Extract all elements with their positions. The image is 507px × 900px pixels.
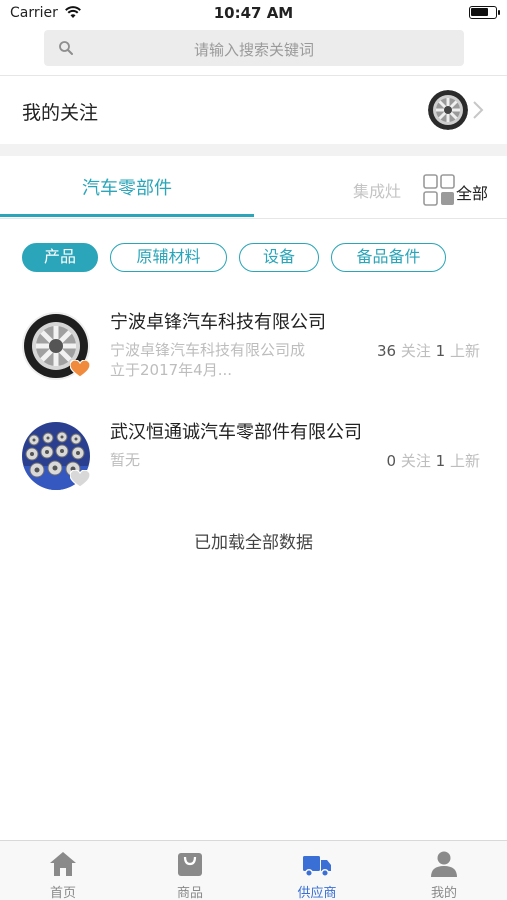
description-line: 暂无 xyxy=(110,451,141,469)
company-name: 武汉恒通诚汽车零部件有限公司 xyxy=(110,422,362,443)
person-icon xyxy=(431,851,457,877)
follower-label: 关注 xyxy=(400,452,431,470)
follower-label: 关注 xyxy=(400,342,431,360)
tab-label: 我的 xyxy=(430,886,457,900)
all-loaded-message: 已加载全部数据 xyxy=(194,533,313,553)
heart-icon[interactable] xyxy=(70,470,90,488)
all-categories-button[interactable]: 全部 xyxy=(456,180,488,204)
search-placeholder: 请输入搜索关键词 xyxy=(193,41,314,59)
filter-chips: 产品 原辅材料 设备 备品备件 xyxy=(0,243,507,273)
list-item[interactable]: 武汉恒通诚汽车零部件有限公司 暂无 0 关注 1 上新 xyxy=(0,422,507,522)
tab-home[interactable]: 首页 xyxy=(0,841,126,900)
tab-suppliers[interactable]: 供应商 xyxy=(254,841,380,900)
company-stats: 0 关注 1 上新 xyxy=(387,450,480,471)
chevron-right-icon xyxy=(473,101,484,119)
clock: 10:47 AM xyxy=(213,4,294,22)
list-item[interactable]: 宁波卓锋汽车科技有限公司 宁波卓锋汽车科技有限公司成 立于2017年4月... … xyxy=(0,312,507,412)
truck-icon xyxy=(303,856,331,878)
battery-level xyxy=(471,8,488,16)
company-stats: 36 关注 1 上新 xyxy=(377,340,480,361)
heart-icon[interactable] xyxy=(70,360,90,378)
tab-label: 供应商 xyxy=(297,886,337,900)
battery-icon xyxy=(469,6,500,19)
tab-auto-parts[interactable]: 汽车零部件 xyxy=(0,174,254,200)
tab-mine[interactable]: 我的 xyxy=(381,841,507,900)
category-tabs: 汽车零部件 集成灶 全部 xyxy=(0,156,507,218)
company-name: 宁波卓锋汽车科技有限公司 xyxy=(110,312,326,333)
follower-count: 36 xyxy=(376,342,397,360)
tab-products[interactable]: 商品 xyxy=(127,841,253,900)
shopping-bag-icon xyxy=(178,853,202,876)
grid-icon[interactable] xyxy=(423,174,455,206)
new-count: 1 xyxy=(435,342,446,360)
chip-raw-materials[interactable]: 原辅材料 xyxy=(110,243,227,272)
company-description: 宁波卓锋汽车科技有限公司成 立于2017年4月... xyxy=(110,340,350,380)
my-follow-title: 我的关注 xyxy=(22,102,99,124)
bottom-tab-bar: 首页 商品 供应商 我的 xyxy=(0,840,507,900)
divider xyxy=(0,218,507,219)
search-bar: 请输入搜索关键词 xyxy=(0,26,507,74)
tab-integrated-stove[interactable]: 集成灶 xyxy=(353,178,401,202)
new-label: 上新 xyxy=(449,342,480,360)
tab-label: 首页 xyxy=(49,886,76,900)
chip-spare-parts[interactable]: 备品备件 xyxy=(331,243,446,272)
home-icon xyxy=(50,852,76,876)
new-count: 1 xyxy=(435,452,446,470)
chip-equipment[interactable]: 设备 xyxy=(239,243,319,272)
section-gap xyxy=(0,144,507,156)
tab-label: 商品 xyxy=(176,886,203,900)
new-label: 上新 xyxy=(449,452,480,470)
chip-product[interactable]: 产品 xyxy=(22,243,98,272)
status-bar: Carrier 10:47 AM xyxy=(0,0,507,26)
search-input[interactable]: 请输入搜索关键词 xyxy=(44,30,464,66)
tab-underline xyxy=(0,214,254,217)
company-description: 暂无 xyxy=(110,450,350,470)
my-follow-row[interactable]: 我的关注 xyxy=(0,76,507,144)
description-line: 立于2017年4月... xyxy=(110,361,233,379)
wheel-rim-icon xyxy=(428,90,468,130)
follower-count: 0 xyxy=(386,452,397,470)
description-line: 宁波卓锋汽车科技有限公司成 xyxy=(110,341,306,359)
